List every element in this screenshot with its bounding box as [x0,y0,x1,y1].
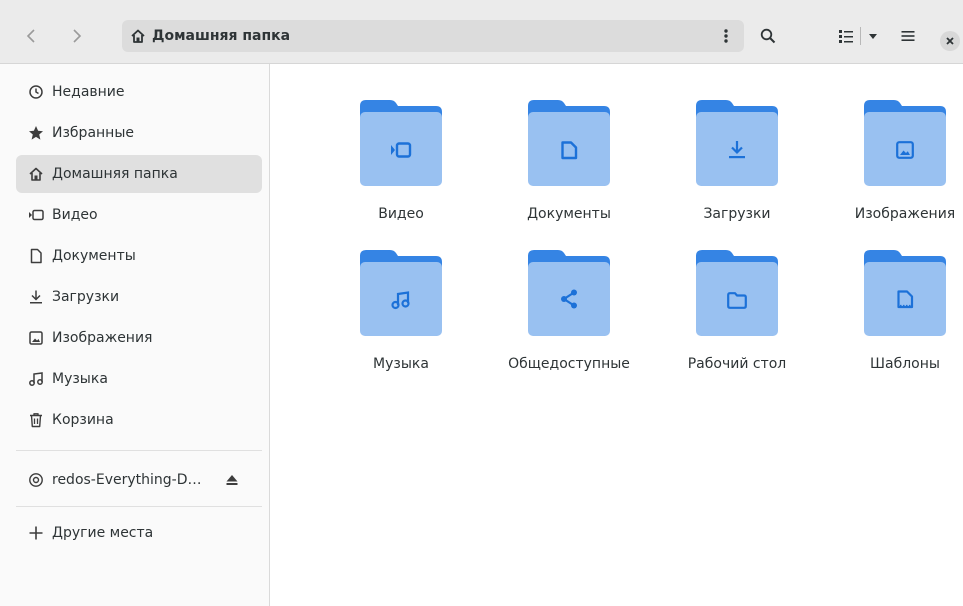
path-menu-button[interactable] [712,20,740,52]
dropdown-arrow-icon [868,34,877,39]
home-icon [28,166,44,182]
sidebar-item-downloads[interactable]: Загрузки [16,278,262,316]
folder-documents[interactable]: Документы [489,100,649,250]
folder-public[interactable]: Общедоступные [489,250,649,400]
close-button[interactable] [940,31,960,51]
folder-icon [864,250,946,336]
breadcrumb[interactable]: Домашняя папка [130,20,290,52]
sidebar-item-device[interactable]: redos-Everything-D… [16,461,262,499]
forward-button[interactable] [58,20,94,52]
folder-grid: Видео Документы Загрузки Изображения Муз… [271,65,963,606]
home-icon [131,29,145,43]
folder-label: Загрузки [703,206,771,222]
vertical-dots-icon [724,29,728,43]
folder-label: Видео [378,206,424,222]
video-icon [28,207,44,223]
view-options-button[interactable] [826,20,890,52]
eject-icon [226,475,238,485]
folder-icon [696,250,778,336]
file-manager-window: Домашняя папка Недавние Избранные Домашн… [0,0,963,606]
plus-icon [28,525,44,541]
sidebar-separator [16,506,262,507]
trash-icon [28,412,44,428]
star-icon [28,125,44,141]
sidebar-item-videos[interactable]: Видео [16,196,262,234]
header-bar: Домашняя папка [0,0,963,64]
folder-icon [360,100,442,186]
chevron-left-icon [26,29,35,43]
sidebar-item-label: redos-Everything-D… [52,472,202,488]
sidebar: Недавние Избранные Домашняя папка Видео … [0,64,270,606]
document-icon [28,248,44,264]
folder-label: Шаблоны [870,356,940,372]
folder-icon [528,100,610,186]
sidebar-item-pictures[interactable]: Изображения [16,319,262,357]
folder-downloads[interactable]: Загрузки [657,100,817,250]
sidebar-item-label: Музыка [52,371,108,387]
sidebar-separator [16,450,262,451]
close-icon [946,37,954,45]
sidebar-item-label: Документы [52,248,136,264]
sidebar-item-starred[interactable]: Избранные [16,114,262,152]
search-icon [760,28,776,44]
folder-icon [696,100,778,186]
sidebar-item-label: Другие места [52,525,154,541]
search-button[interactable] [752,20,784,52]
sidebar-item-home[interactable]: Домашняя папка [16,155,262,193]
folder-pictures[interactable]: Изображения [825,100,963,250]
folder-icon [864,100,946,186]
sidebar-item-recent[interactable]: Недавние [16,73,262,111]
folder-label: Изображения [854,206,956,222]
sidebar-item-other-locations[interactable]: Другие места [16,514,262,552]
folder-icon [528,250,610,336]
folder-label: Общедоступные [508,356,630,372]
eject-button[interactable] [224,472,240,488]
sidebar-item-documents[interactable]: Документы [16,237,262,275]
disc-icon [28,472,44,488]
sidebar-item-label: Изображения [52,330,153,346]
sidebar-item-label: Домашняя папка [52,166,178,182]
view-separator [859,27,861,45]
folder-label: Музыка [373,356,429,372]
download-icon [28,289,44,305]
clock-icon [28,84,44,100]
chevron-right-icon [73,29,82,43]
sidebar-item-label: Корзина [52,412,114,428]
folder-label: Документы [527,206,611,222]
folder-videos[interactable]: Видео [321,100,481,250]
folder-desktop[interactable]: Рабочий стол [657,250,817,400]
folder-label: Рабочий стол [687,356,787,372]
sidebar-item-label: Видео [52,207,98,223]
path-bar[interactable]: Домашняя папка [122,20,744,52]
breadcrumb-label: Домашняя папка [152,28,291,44]
sidebar-item-trash[interactable]: Корзина [16,401,262,439]
folder-music[interactable]: Музыка [321,250,481,400]
sidebar-item-label: Избранные [52,125,134,141]
image-icon [28,330,44,346]
sidebar-item-label: Загрузки [52,289,120,305]
folder-templates[interactable]: Шаблоны [825,250,963,400]
music-icon [28,371,44,387]
list-view-icon [838,30,853,43]
main-menu-button[interactable] [892,20,924,52]
sidebar-item-music[interactable]: Музыка [16,360,262,398]
folder-icon [360,250,442,336]
hamburger-icon [901,31,915,41]
back-button[interactable] [14,20,50,52]
sidebar-item-label: Недавние [52,84,125,100]
